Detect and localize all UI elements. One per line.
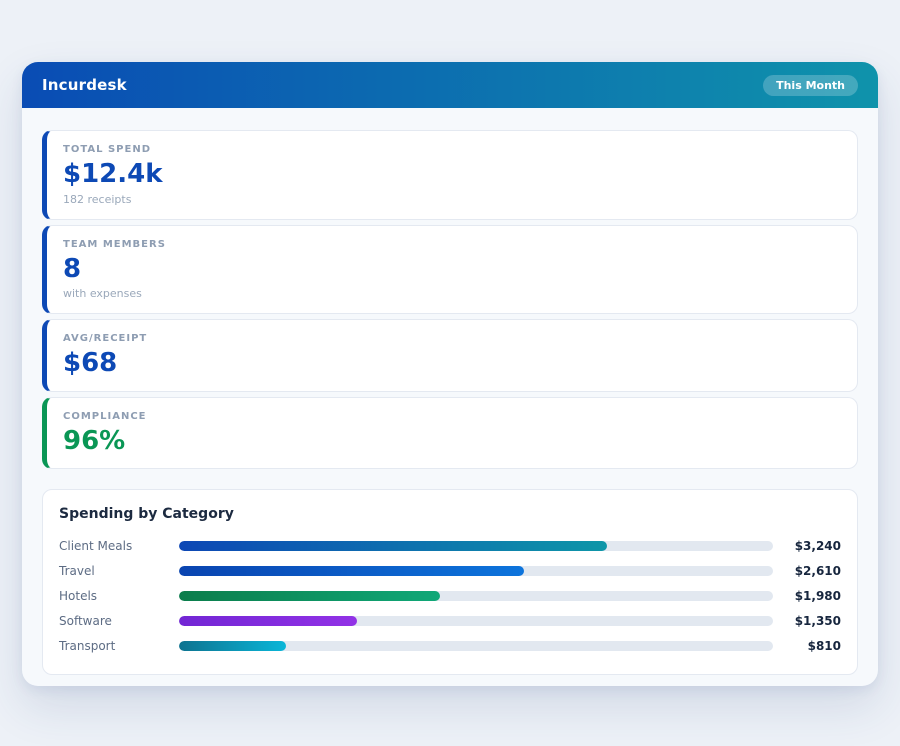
category-label: Hotels xyxy=(59,588,98,603)
value-label: $3,240 xyxy=(794,538,841,553)
stat-card-team-members: TEAM MEMBERS 8 with expenses xyxy=(42,224,858,315)
stat-value: 8 xyxy=(63,253,82,284)
category-label: Travel xyxy=(59,563,95,578)
stat-card-compliance: COMPLIANCE 96% xyxy=(42,396,858,470)
bar-fill xyxy=(179,615,358,626)
bar-track xyxy=(179,590,773,601)
stat-card-total-spend: TOTAL SPEND $12.4k 182 receipts xyxy=(42,130,858,220)
stat-card-avg-receipt: AVG/RECEIPT $68 xyxy=(42,319,858,392)
stat-subtext: 182 receipts xyxy=(63,192,132,206)
chart-row-travel: Travel $2,610 xyxy=(59,558,841,583)
bar-fill xyxy=(179,565,524,576)
spending-chart-card: Spending by Category Client Meals $3,240… xyxy=(42,489,858,676)
stat-label: COMPLIANCE xyxy=(63,410,147,422)
stat-value: $12.4k xyxy=(63,159,163,189)
bar-fill xyxy=(179,540,607,551)
app-container: Incurdesk This Month TOTAL SPEND $12.4k … xyxy=(22,62,878,686)
stat-label: TEAM MEMBERS xyxy=(63,238,166,250)
bar-fill xyxy=(179,590,441,601)
category-label: Transport xyxy=(59,638,116,653)
bar-track xyxy=(179,565,773,576)
chart-row-software: Software $1,350 xyxy=(59,608,841,633)
stat-label: TOTAL SPEND xyxy=(63,144,151,155)
value-label: $1,980 xyxy=(794,588,841,603)
chart-title: Spending by Category xyxy=(59,506,234,523)
main-content: TOTAL SPEND $12.4k 182 receipts TEAM MEM… xyxy=(22,108,878,676)
chart-rows: Client Meals $3,240 Travel $2,610 Hotels xyxy=(59,533,841,658)
bar-track xyxy=(179,540,773,551)
stat-value: $68 xyxy=(63,348,118,379)
category-label: Client Meals xyxy=(59,538,133,553)
category-label: Software xyxy=(59,613,112,628)
stat-subtext: with expenses xyxy=(63,287,142,301)
value-label: $810 xyxy=(807,638,841,653)
app-header: Incurdesk This Month xyxy=(22,62,878,108)
bar-track xyxy=(179,615,773,626)
stat-label: AVG/RECEIPT xyxy=(63,333,148,345)
bar-track xyxy=(179,640,773,651)
chart-row-hotels: Hotels $1,980 xyxy=(59,583,841,608)
bar-fill xyxy=(179,640,286,651)
app-title: Incurdesk xyxy=(42,76,127,94)
period-badge[interactable]: This Month xyxy=(763,74,858,96)
value-label: $1,350 xyxy=(794,613,841,628)
value-label: $2,610 xyxy=(794,563,841,578)
chart-row-client-meals: Client Meals $3,240 xyxy=(59,533,841,558)
chart-row-transport: Transport $810 xyxy=(59,633,841,658)
stat-value: 96% xyxy=(63,425,126,456)
